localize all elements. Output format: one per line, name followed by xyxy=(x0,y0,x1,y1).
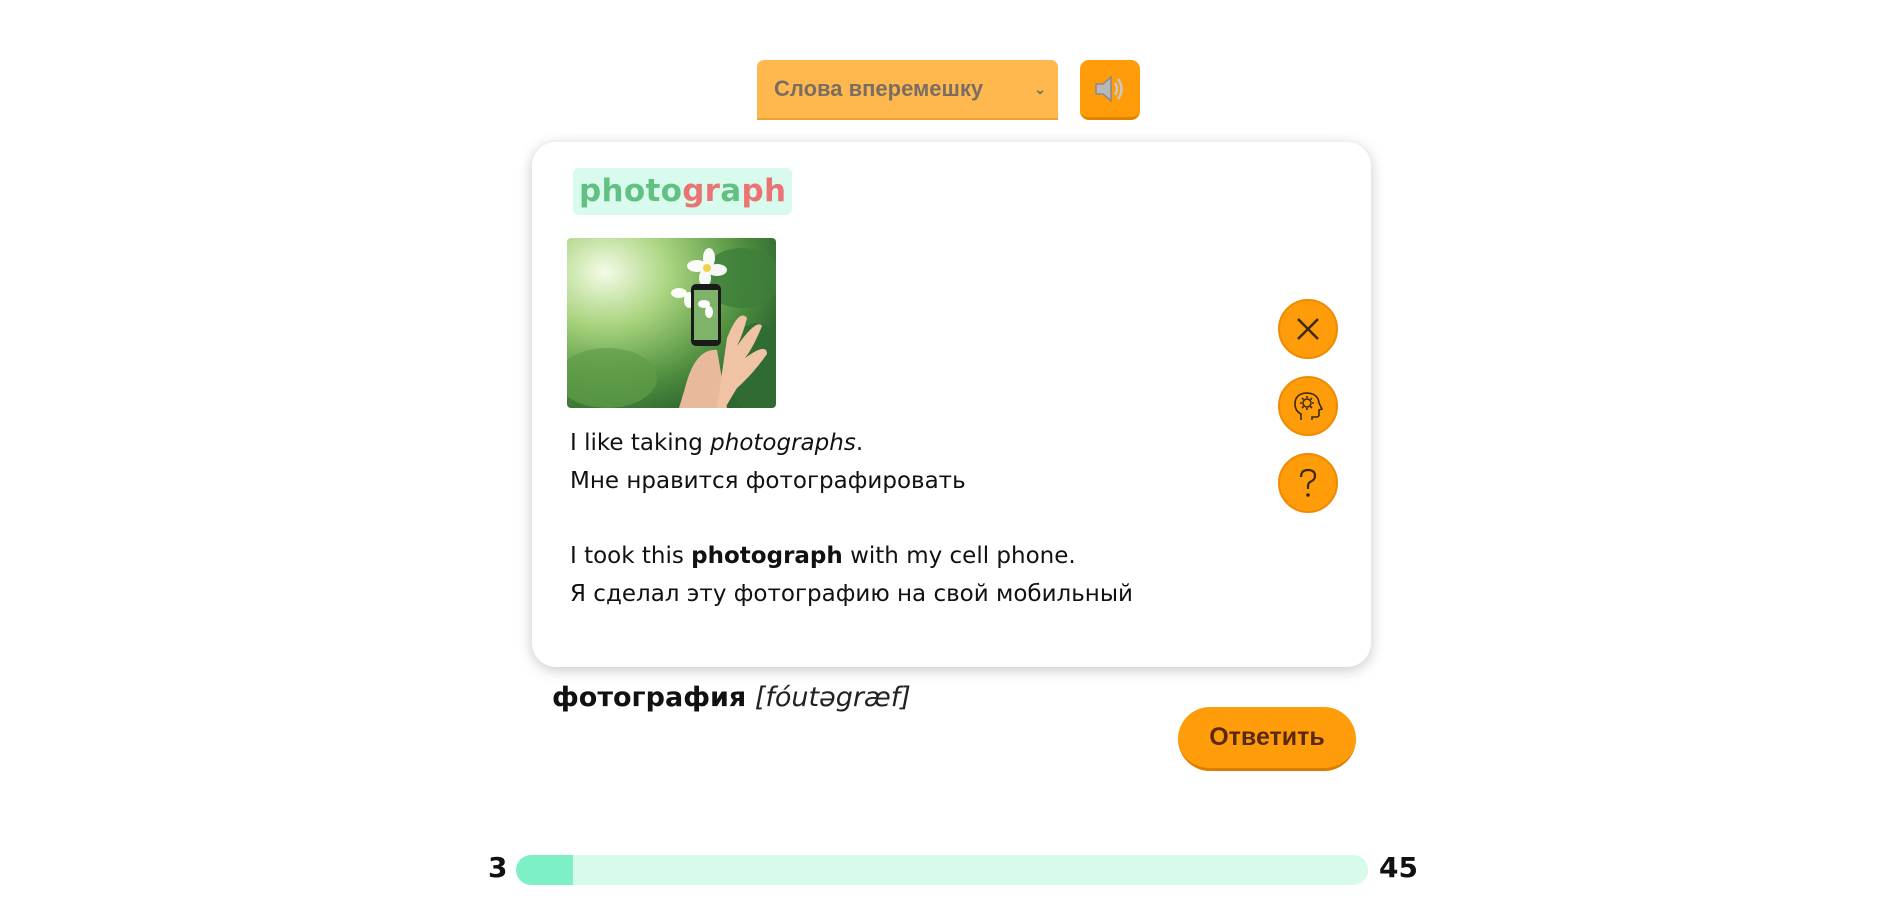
word-card: photograph I like taking photographs. Мн… xyxy=(532,142,1371,667)
example-sentences: I like taking photographs. Мне нравится … xyxy=(570,424,1133,613)
word-part: gr xyxy=(682,173,721,209)
example-text: with my cell phone. xyxy=(842,543,1076,569)
speaker-icon xyxy=(1095,74,1123,103)
chevron-down-icon: ⌄ xyxy=(1034,80,1046,97)
word-part: photo xyxy=(579,173,683,209)
example-ru: Я сделал эту фотографию на свой мобильны… xyxy=(570,581,1133,607)
question-icon xyxy=(1299,468,1317,497)
progress-track xyxy=(516,855,1368,885)
english-word: photograph xyxy=(573,168,793,215)
memorize-button[interactable] xyxy=(1278,376,1338,436)
example-ru: Мне нравится фотографировать xyxy=(570,468,966,494)
mode-select[interactable]: Слова вперемешку ⌄ xyxy=(757,60,1058,120)
answer-row: фотография [fóutəgræf] xyxy=(552,682,911,713)
top-controls: Слова вперемешку ⌄ xyxy=(757,60,1140,120)
sound-button[interactable] xyxy=(1080,60,1140,120)
progress: 3 45 xyxy=(488,850,1418,886)
example-highlight: photograph xyxy=(691,543,843,569)
example-text: . xyxy=(855,430,864,456)
example-highlight: photographs xyxy=(710,430,856,456)
progress-fill xyxy=(516,855,574,885)
close-button[interactable] xyxy=(1278,299,1338,359)
example-text: I like taking xyxy=(570,430,711,456)
transcription: [fóutəgræf] xyxy=(754,682,911,713)
translation: фотография xyxy=(552,682,747,713)
close-icon xyxy=(1297,318,1319,340)
example-en: I took this photograph with my cell phon… xyxy=(570,537,1133,575)
example-text: I took this xyxy=(570,543,692,569)
help-button[interactable] xyxy=(1278,453,1338,513)
mode-select-value: Слова вперемешку xyxy=(774,76,984,101)
word-image xyxy=(567,238,776,408)
reply-button[interactable]: Ответить xyxy=(1178,707,1356,771)
side-buttons xyxy=(1278,299,1338,513)
word-part: ph xyxy=(741,173,787,209)
progress-current: 3 xyxy=(488,851,508,884)
word-part: a xyxy=(720,173,742,209)
example-en: I like taking photographs. xyxy=(570,424,1133,462)
brain-gear-icon xyxy=(1294,392,1324,420)
progress-total: 45 xyxy=(1379,851,1418,884)
